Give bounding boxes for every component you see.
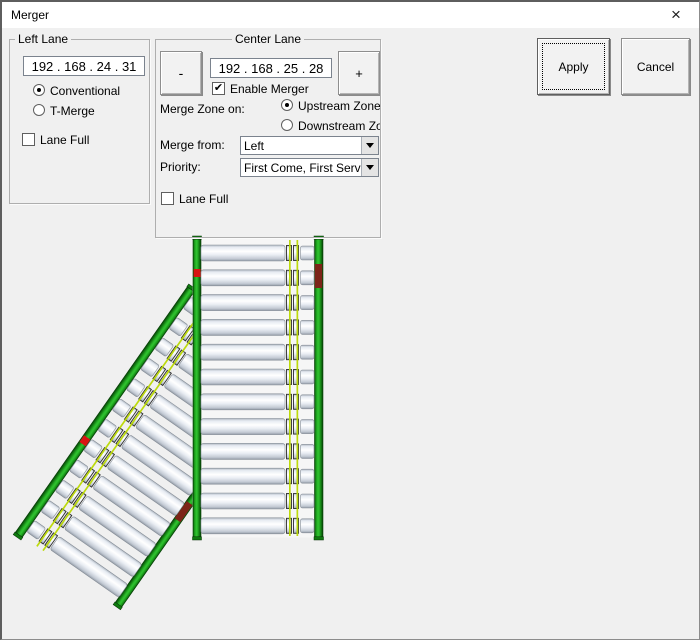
left-lane-full-label: Lane Full: [40, 133, 90, 147]
left-lane-group: Left Lane Conventional T-Merge Lane Full: [9, 32, 150, 204]
chevron-down-icon[interactable]: [361, 159, 378, 176]
drive-belt: [296, 240, 299, 536]
close-button[interactable]: ×: [663, 4, 689, 26]
merge-from-select[interactable]: Left: [240, 136, 379, 155]
roller: [200, 244, 286, 262]
title-bar: Merger ×: [2, 2, 699, 28]
roller: [200, 517, 286, 535]
radio-icon: [33, 84, 45, 96]
roller: [200, 492, 286, 510]
merge-from-label: Merge from:: [160, 138, 225, 152]
radio-icon: [281, 99, 293, 111]
enable-merger-label: Enable Merger: [230, 82, 309, 96]
checkbox-icon: [22, 133, 35, 146]
center-lane-full-checkbox[interactable]: Lane Full: [161, 192, 271, 206]
lane-rail: [192, 238, 202, 538]
left-lane-full-checkbox[interactable]: Lane Full: [22, 133, 132, 147]
roller: [200, 443, 286, 460]
downstream-zone-label: Downstream Zone: [298, 119, 380, 133]
minus-button[interactable]: -: [160, 51, 202, 95]
merge-zone-on-label: Merge Zone on:: [160, 102, 245, 116]
roller: [200, 393, 286, 411]
plus-button[interactable]: +: [338, 51, 380, 95]
merger-dialog: Merger × Left Lane Conventional T-Merge …: [0, 0, 700, 640]
radio-conventional[interactable]: Conventional: [33, 84, 143, 98]
roller: [200, 269, 286, 287]
radio-icon: [33, 104, 45, 116]
enable-merger-checkbox[interactable]: Enable Merger: [212, 82, 342, 96]
radio-downstream-zone[interactable]: Downstream Zone: [281, 119, 380, 133]
chevron-down-icon[interactable]: [361, 137, 378, 154]
conveyor-preview: [12, 235, 324, 611]
priority-select[interactable]: First Come, First Served: [240, 158, 379, 177]
close-icon: ×: [671, 5, 681, 24]
roller: [200, 368, 286, 386]
radio-conventional-label: Conventional: [50, 84, 121, 98]
center-lane-group: Center Lane - + Enable Merger Merge Zone…: [155, 32, 381, 238]
radio-t-merge-label: T-Merge: [50, 104, 95, 118]
window-title: Merger: [11, 8, 50, 22]
priority-label: Priority:: [160, 160, 201, 174]
left-lane-group-title: Left Lane: [18, 32, 69, 46]
merge-from-value: Left: [244, 138, 265, 153]
priority-value: First Come, First Served: [244, 160, 361, 175]
roller: [200, 467, 286, 485]
checkbox-icon: [161, 192, 174, 205]
cancel-button[interactable]: Cancel: [621, 38, 690, 95]
radio-icon: [281, 119, 293, 131]
left-lane-ip-field[interactable]: [23, 56, 145, 76]
apply-button[interactable]: Apply: [537, 38, 610, 95]
center-lane-group-title: Center Lane: [234, 32, 302, 46]
roller: [200, 418, 286, 435]
center-lane-full-label: Lane Full: [179, 192, 229, 206]
center-lane-ip-field[interactable]: [210, 58, 332, 78]
roller: [200, 343, 286, 361]
upstream-zone-label: Upstream Zone: [298, 99, 381, 113]
roller: [200, 319, 286, 336]
photo-eye-sensor: [314, 264, 323, 288]
checkbox-icon: [212, 82, 225, 95]
drive-belt: [289, 240, 291, 536]
radio-t-merge[interactable]: T-Merge: [33, 104, 143, 118]
radio-upstream-zone[interactable]: Upstream Zone: [281, 99, 381, 113]
roller: [200, 294, 286, 311]
photo-eye-sensor: [193, 269, 201, 277]
